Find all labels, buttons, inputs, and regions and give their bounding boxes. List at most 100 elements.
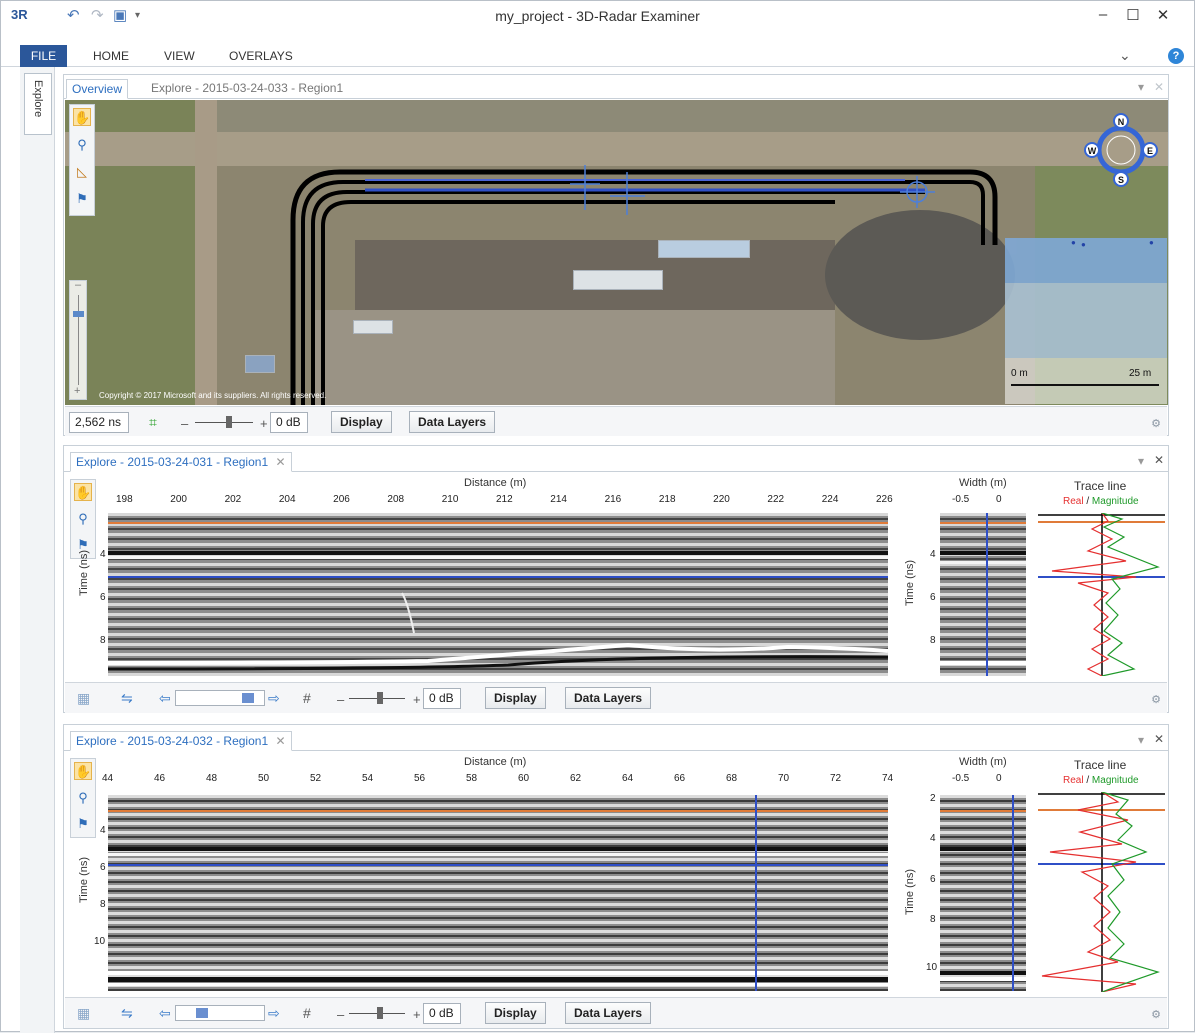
gain-plus[interactable]: +	[413, 692, 421, 707]
data-layers-button[interactable]: Data Layers	[565, 1002, 652, 1024]
position-thumb[interactable]	[242, 693, 254, 703]
pan-hand-icon[interactable]: ✋	[74, 762, 92, 780]
compass-icon[interactable]: N S W E	[1083, 112, 1159, 188]
display-button[interactable]: Display	[485, 687, 546, 709]
gain-minus[interactable]: –	[337, 692, 344, 707]
crossline-cursor[interactable]	[986, 513, 988, 676]
display-button[interactable]: Display	[485, 1002, 546, 1024]
depth-marker-line[interactable]	[108, 576, 888, 578]
menu-overlays[interactable]: OVERLAYS	[229, 49, 293, 63]
flag-icon[interactable]: ⚑	[74, 815, 92, 833]
grid-toggle-icon[interactable]: #	[303, 1005, 311, 1021]
menu-file[interactable]: FILE	[20, 45, 67, 67]
grid-toggle-icon[interactable]: #	[303, 690, 311, 706]
menu-home[interactable]: HOME	[93, 49, 129, 63]
pane-close-icon[interactable]: ✕	[1154, 80, 1164, 94]
distance-tick: 62	[570, 773, 582, 784]
distance-tick: 52	[310, 773, 322, 784]
tab-close-icon[interactable]: ✕	[275, 734, 285, 748]
tab-explore-031[interactable]: Explore - 2015-03-24-031 - Region1 ✕	[70, 452, 292, 472]
ribbon-menu: FILE HOME VIEW OVERLAYS ⌄ ?	[1, 45, 1194, 67]
display-button[interactable]: Display	[331, 411, 392, 433]
tab-explore-033[interactable]: Explore - 2015-03-24-033 - Region1	[146, 79, 348, 99]
distance-tick: 68	[726, 773, 738, 784]
zoom-magnifier-icon[interactable]: ⚲	[74, 789, 92, 807]
settings-gear-icon[interactable]: ⚙	[1151, 693, 1161, 706]
gain-slider[interactable]	[195, 422, 253, 423]
satellite-map[interactable]: ● ● ● 0 m 25 m N S W E ✋ ⚲ ◺ ⚑ – + Copyr…	[65, 100, 1168, 405]
collapse-ribbon-icon[interactable]: ⌄	[1119, 47, 1131, 64]
position-cursor[interactable]	[755, 795, 757, 991]
position-thumb[interactable]	[196, 1008, 208, 1018]
minimize-icon[interactable]: –	[1091, 6, 1115, 23]
swap-arrows-icon[interactable]: ⇋	[121, 690, 133, 707]
tab-explore-032[interactable]: Explore - 2015-03-24-032 - Region1 ✕	[70, 731, 292, 751]
scroll-right-icon[interactable]: ⇨	[268, 690, 280, 707]
flag-icon[interactable]: ⚑	[73, 190, 91, 208]
position-scrollbar[interactable]	[175, 1005, 265, 1021]
scroll-left-icon[interactable]: ⇦	[159, 690, 171, 707]
tab-label: Explore - 2015-03-24-031 - Region1	[76, 455, 269, 469]
pane-menu-icon[interactable]: ▾	[1138, 80, 1144, 94]
time-tick: 8	[100, 899, 106, 910]
surface-marker-line[interactable]	[940, 522, 1026, 524]
gain-minus[interactable]: –	[337, 1007, 344, 1022]
gain-plus[interactable]: +	[413, 1007, 421, 1022]
scroll-right-icon[interactable]: ⇨	[268, 1005, 280, 1022]
zoom-in-icon[interactable]: +	[74, 385, 80, 397]
help-icon[interactable]: ?	[1168, 48, 1184, 64]
measure-ruler-icon[interactable]: ◺	[73, 163, 91, 181]
menu-view[interactable]: VIEW	[164, 49, 195, 63]
calendar-icon[interactable]: ▦	[77, 690, 90, 707]
pane-menu-icon[interactable]: ▾	[1138, 733, 1144, 747]
tab-close-icon[interactable]: ✕	[275, 455, 285, 469]
close-icon[interactable]: ✕	[1151, 6, 1175, 24]
map-zoom-slider[interactable]: – +	[69, 279, 87, 400]
distance-axis-title: Distance (m)	[464, 756, 527, 768]
position-scrollbar[interactable]	[175, 690, 265, 706]
tab-overview[interactable]: Overview	[66, 79, 129, 99]
data-layers-button[interactable]: Data Layers	[409, 411, 496, 433]
radargram-inline[interactable]	[108, 513, 888, 676]
zoom-magnifier-icon[interactable]: ⚲	[73, 136, 91, 154]
radargram-inline[interactable]	[108, 795, 888, 991]
surface-marker-line[interactable]	[108, 522, 888, 524]
zoom-out-icon[interactable]: –	[75, 279, 81, 291]
gain-value[interactable]: 0 dB	[423, 1003, 461, 1024]
pane-close-icon[interactable]: ✕	[1154, 453, 1164, 467]
gain-value[interactable]: 0 dB	[270, 412, 308, 433]
scroll-left-icon[interactable]: ⇦	[159, 1005, 171, 1022]
pane-close-icon[interactable]: ✕	[1154, 732, 1164, 746]
gain-value[interactable]: 0 dB	[423, 688, 461, 709]
gain-plus[interactable]: +	[260, 416, 268, 431]
zoom-thumb[interactable]	[73, 311, 84, 317]
settings-gear-icon[interactable]: ⚙	[1151, 417, 1161, 430]
distance-tick: 222	[767, 494, 785, 505]
distance-tick: 66	[674, 773, 686, 784]
pan-hand-icon[interactable]: ✋	[73, 108, 91, 126]
distance-tick: 200	[170, 494, 187, 505]
maximize-icon[interactable]: ☐	[1121, 6, 1145, 24]
rail-tab-explore[interactable]: Explore	[24, 73, 52, 135]
gain-thumb[interactable]	[377, 1007, 383, 1019]
data-layers-button[interactable]: Data Layers	[565, 687, 652, 709]
grid-target-icon[interactable]: ⌗	[149, 414, 157, 431]
surface-marker-line[interactable]	[108, 810, 888, 812]
swap-arrows-icon[interactable]: ⇋	[121, 1005, 133, 1022]
crossline-cursor[interactable]	[1012, 795, 1014, 991]
pan-hand-icon[interactable]: ✋	[74, 483, 92, 501]
distance-tick: 44	[102, 773, 114, 784]
zoom-magnifier-icon[interactable]: ⚲	[74, 510, 92, 528]
distance-tick: 216	[604, 494, 622, 505]
width-time-axis-title: Time (ns)	[904, 559, 916, 606]
depth-marker-line[interactable]	[108, 864, 888, 866]
minimap[interactable]: ● ● ●	[1005, 238, 1167, 358]
settings-gear-icon[interactable]: ⚙	[1151, 1008, 1161, 1021]
gain-thumb[interactable]	[226, 416, 232, 428]
gain-thumb[interactable]	[377, 692, 383, 704]
radargram-crossline[interactable]	[940, 795, 1026, 991]
pane-menu-icon[interactable]: ▾	[1138, 454, 1144, 468]
radargram-crossline[interactable]	[940, 513, 1026, 676]
calendar-icon[interactable]: ▦	[77, 1005, 90, 1022]
gain-minus[interactable]: –	[181, 416, 188, 431]
